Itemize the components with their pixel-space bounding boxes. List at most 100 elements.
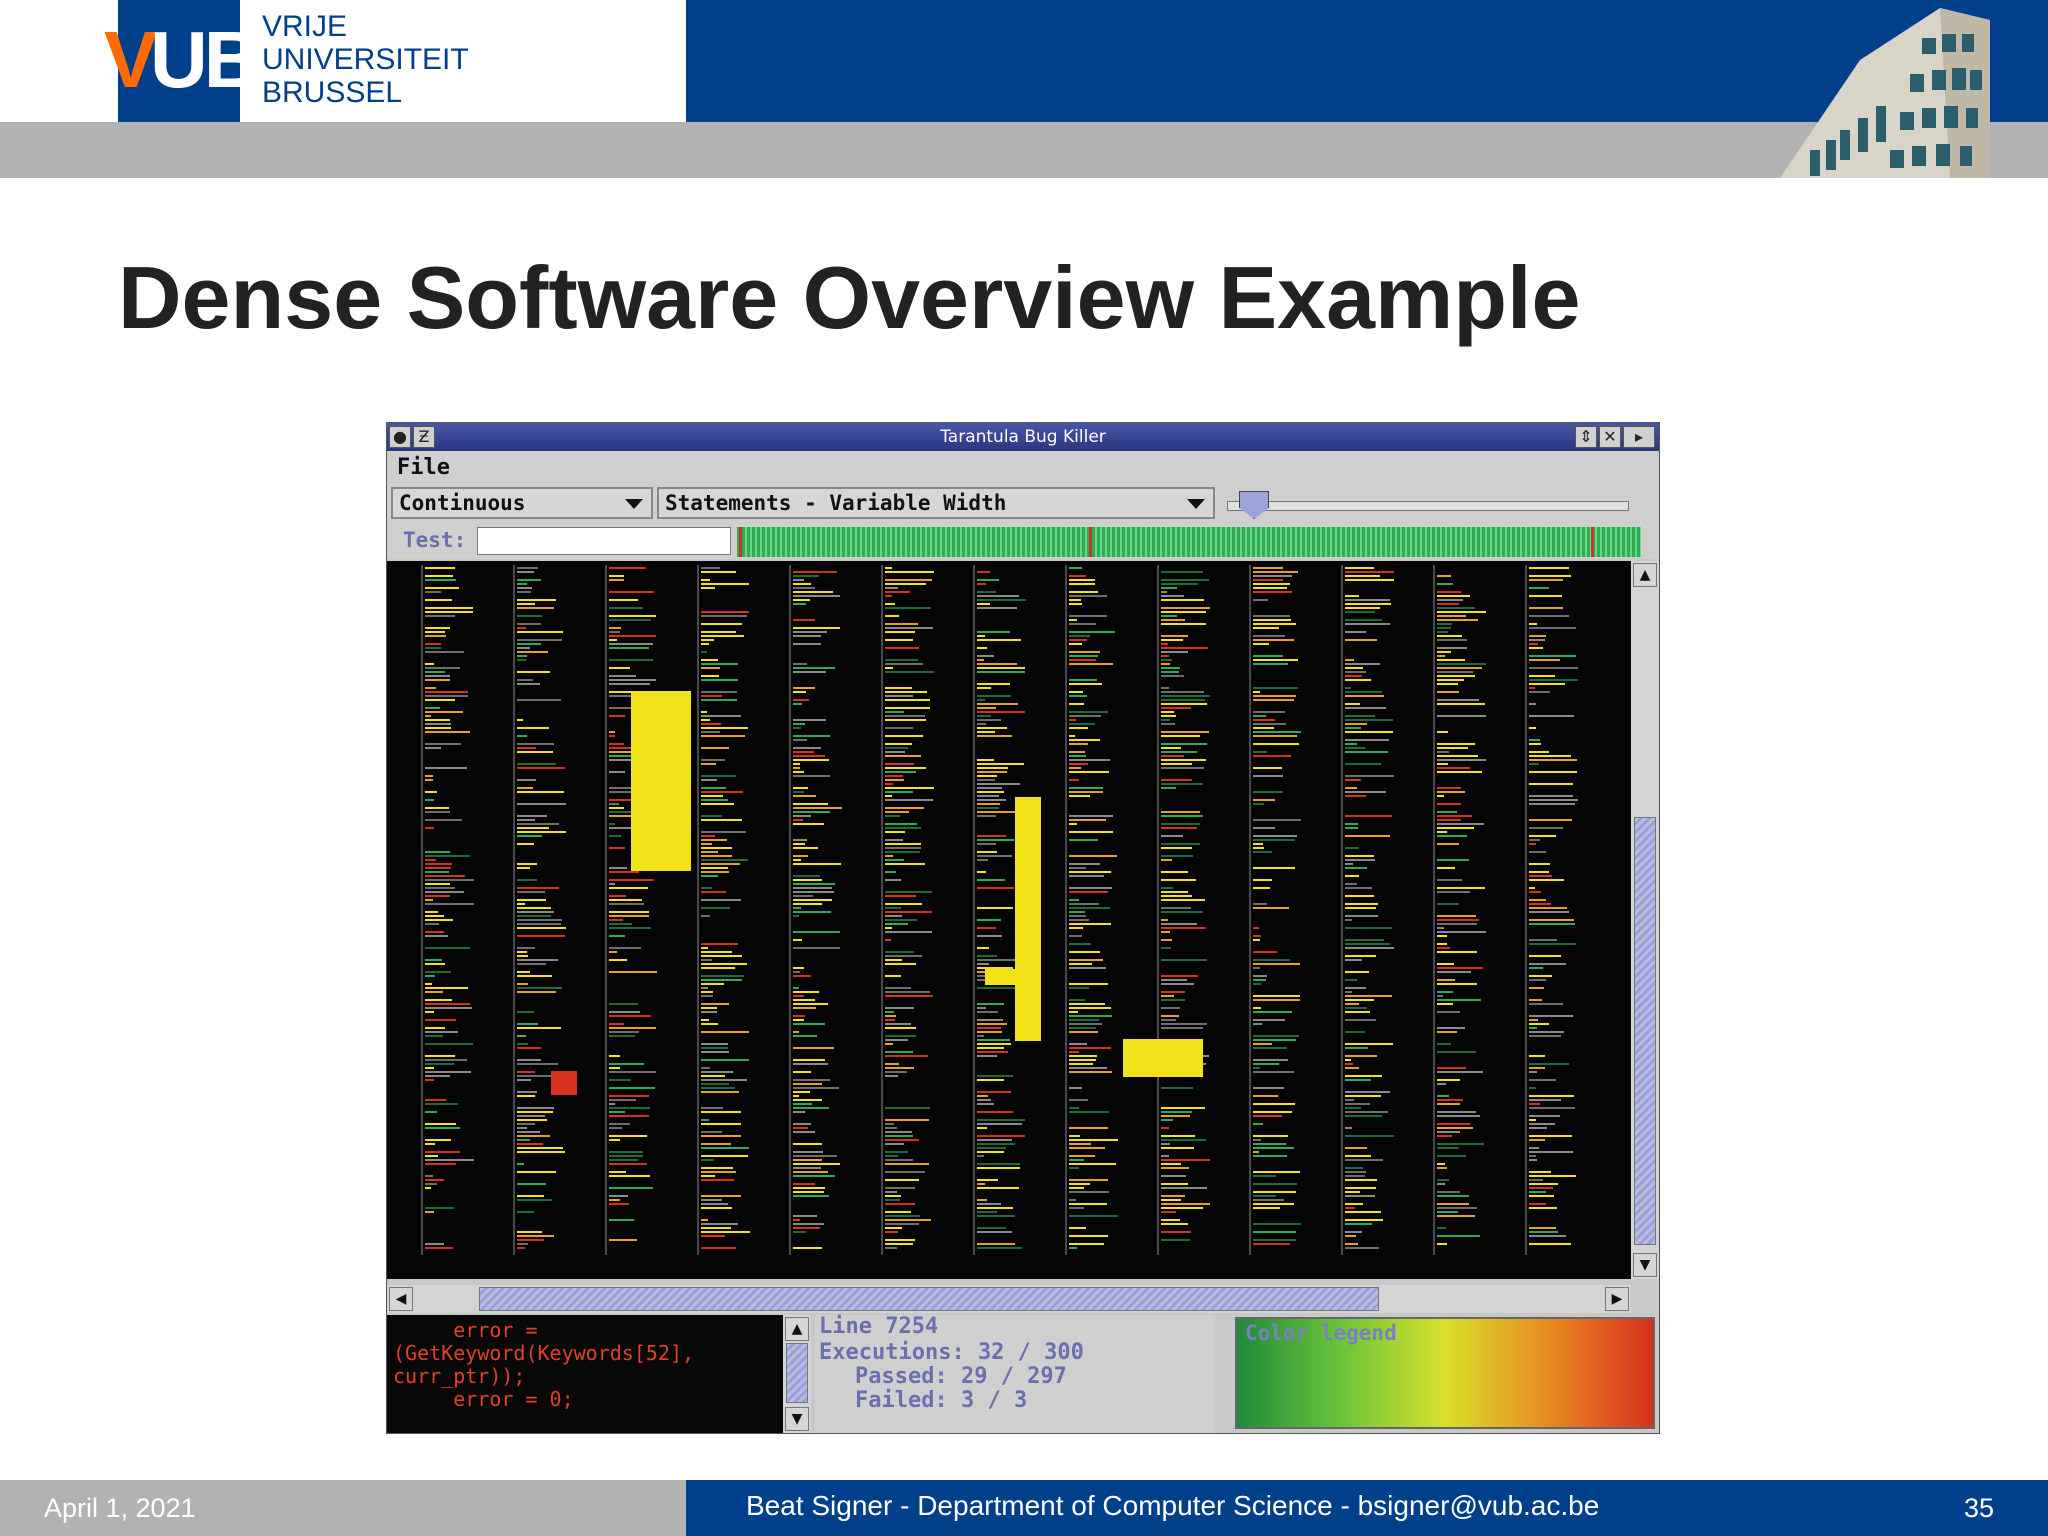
statement-line: [1253, 1103, 1295, 1105]
statement-line: [701, 851, 718, 853]
statement-line: [1529, 771, 1577, 773]
statement-line: [1253, 635, 1285, 637]
statement-line: [793, 671, 826, 673]
statement-line: [1529, 763, 1539, 765]
statement-line: [1345, 739, 1389, 741]
statement-line: [977, 1127, 987, 1129]
statement-line: [793, 847, 818, 849]
statement-line: [977, 859, 988, 861]
statement-line: [1161, 1107, 1205, 1109]
statement-line: [1345, 867, 1367, 869]
window-shade-icon[interactable]: ⇕: [1575, 426, 1597, 448]
window-close-icon[interactable]: ✕: [1599, 426, 1621, 448]
statement-line: [885, 783, 893, 785]
zoom-slider-thumb[interactable]: [1239, 491, 1269, 519]
statement-line: [1253, 727, 1274, 729]
statement-line: [885, 1223, 919, 1225]
statement-line: [885, 639, 913, 641]
statement-line: [517, 1239, 544, 1241]
statement-line: [1069, 755, 1086, 757]
scroll-down-icon[interactable]: ▼: [1633, 1253, 1657, 1277]
statement-line: [517, 907, 551, 909]
statement-line: [1069, 919, 1089, 921]
statement-line: [793, 663, 807, 665]
scroll-down-icon[interactable]: ▼: [785, 1407, 809, 1431]
statement-line: [609, 679, 656, 681]
statement-line: [609, 635, 656, 637]
view-select[interactable]: Statements - Variable Width: [657, 487, 1215, 519]
statement-line: [1253, 887, 1270, 889]
statement-line: [609, 667, 630, 669]
test-input[interactable]: [477, 527, 731, 555]
statement-line: [1161, 1155, 1169, 1157]
statement-line: [1161, 895, 1192, 897]
statement-line: [1161, 891, 1188, 893]
horizontal-scrollbar[interactable]: ◀ ▶: [387, 1285, 1631, 1313]
statement-line: [1161, 671, 1179, 673]
statement-line: [1253, 963, 1300, 965]
menu-file[interactable]: File: [397, 455, 450, 480]
code-scrollbar[interactable]: ▲ ▼: [783, 1315, 811, 1433]
test-results-strip[interactable]: [737, 527, 1641, 557]
statement-line: [609, 639, 617, 641]
mode-select[interactable]: Continuous: [391, 487, 653, 519]
statement-line: [609, 1195, 628, 1197]
statement-line: [517, 747, 536, 749]
statement-line: [1253, 663, 1288, 665]
scroll-right-icon[interactable]: ▶: [1605, 1287, 1629, 1311]
statement-line: [425, 1175, 433, 1177]
statement-line: [701, 1083, 729, 1085]
statement-line: [701, 699, 737, 701]
statement-line: [793, 947, 840, 949]
statement-line: [701, 611, 749, 613]
statement-line: [1069, 727, 1088, 729]
window-next-icon[interactable]: ▸: [1623, 426, 1655, 448]
statement-line: [885, 659, 918, 661]
statement-line: [517, 863, 537, 865]
color-legend-label: Color legend: [1245, 1321, 1397, 1345]
horizontal-scroll-thumb[interactable]: [479, 1287, 1379, 1311]
statement-line: [1529, 1103, 1540, 1105]
statement-line: [1161, 719, 1170, 721]
statement-line: [1437, 923, 1477, 925]
statement-line: [885, 811, 909, 813]
statement-line: [1161, 1239, 1190, 1241]
statement-line: [517, 639, 562, 641]
statement-line: [1529, 691, 1550, 693]
statement-line: [793, 855, 808, 857]
statement-line: [1253, 743, 1299, 745]
statement-line: [1253, 935, 1261, 937]
statement-line: [1069, 967, 1106, 969]
statement-line: [1345, 1247, 1379, 1249]
source-code-view[interactable]: error = (GetKeyword(Keywords[52], curr_ptr…: [387, 1315, 783, 1433]
statement-line: [701, 791, 743, 793]
statement-line: [793, 579, 804, 581]
code-scroll-thumb[interactable]: [786, 1343, 808, 1403]
statement-line: [1161, 1219, 1180, 1221]
statement-line: [1529, 1107, 1575, 1109]
statement-line: [517, 1059, 541, 1061]
statement-line: [1253, 1175, 1276, 1177]
statement-line: [1069, 1015, 1112, 1017]
zoom-slider-track[interactable]: [1227, 501, 1629, 511]
statement-line: [517, 1119, 547, 1121]
statement-line: [1437, 971, 1471, 973]
statement-line: [793, 751, 814, 753]
statement-line: [1529, 1027, 1537, 1029]
statement-line: [609, 1067, 620, 1069]
scroll-up-icon[interactable]: ▲: [1633, 563, 1657, 587]
statement-line: [517, 923, 561, 925]
statement-line: [1161, 999, 1185, 1001]
statement-line: [885, 895, 916, 897]
code-visualization[interactable]: [387, 561, 1631, 1279]
vertical-scroll-thumb[interactable]: [1634, 817, 1656, 1245]
statement-line: [1069, 591, 1098, 593]
statement-line: [517, 1171, 556, 1173]
scroll-left-icon[interactable]: ◀: [389, 1287, 413, 1311]
vertical-scrollbar[interactable]: ▲ ▼: [1631, 561, 1659, 1279]
statement-line: [977, 719, 1001, 721]
statement-line: [885, 1163, 929, 1165]
statement-line: [1069, 887, 1112, 889]
scroll-up-icon[interactable]: ▲: [785, 1317, 809, 1341]
statement-line: [701, 871, 729, 873]
